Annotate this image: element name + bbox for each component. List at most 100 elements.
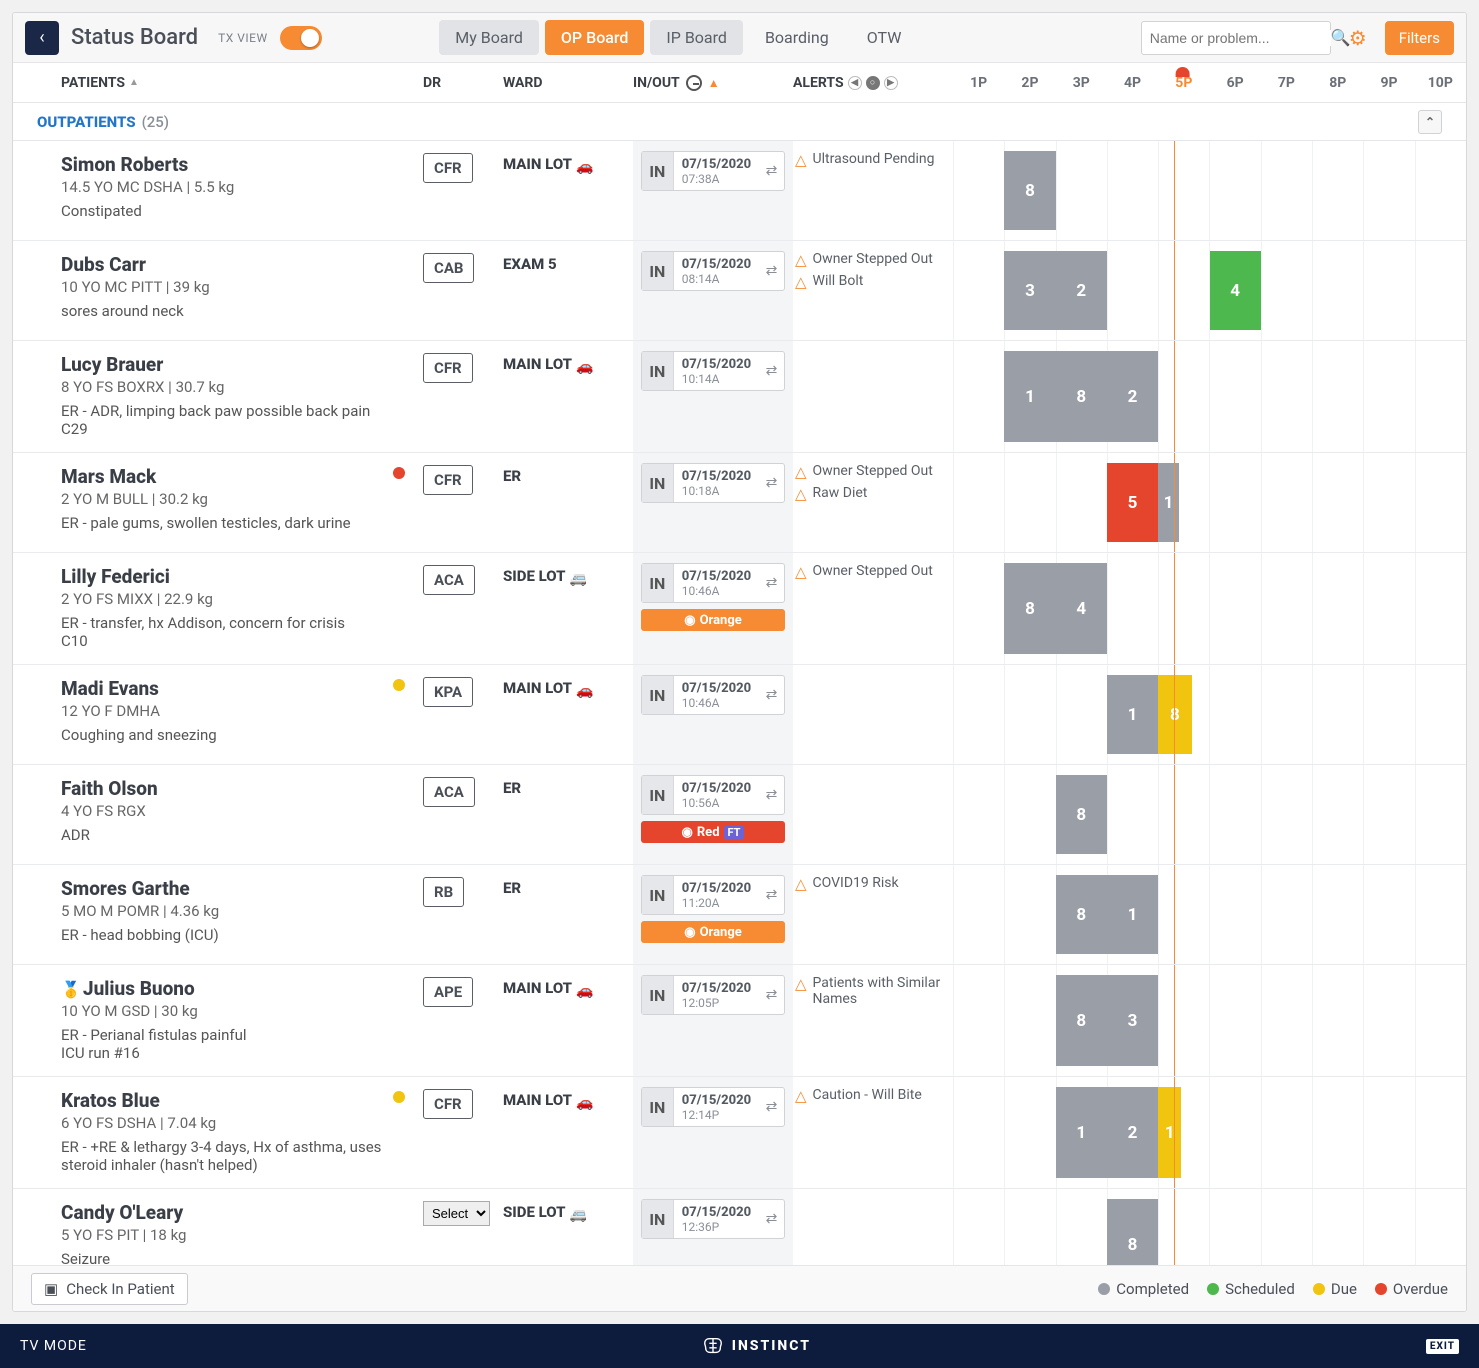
timeline-block[interactable]: 8: [1056, 351, 1107, 442]
swap-icon[interactable]: ⇄: [759, 776, 784, 814]
timeline-block[interactable]: 8: [1107, 1199, 1158, 1265]
inout-box[interactable]: IN07/15/202010:46A⇄: [641, 675, 785, 715]
search-icon[interactable]: 🔍: [1331, 28, 1351, 47]
timeline-block[interactable]: 3: [1004, 251, 1055, 330]
timeline-block[interactable]: 8: [1056, 975, 1107, 1066]
inout-box[interactable]: IN07/15/202010:56A⇄: [641, 775, 785, 815]
alert-item[interactable]: △Ultrasound Pending: [795, 151, 947, 169]
timeline-block[interactable]: 1: [1107, 875, 1158, 954]
patient-row[interactable]: Lucy Brauer8 YO FS BOXRX | 30.7 kgER - A…: [13, 341, 1466, 453]
alert-item[interactable]: △Will Bolt: [795, 273, 947, 291]
ward-cell[interactable]: MAIN LOT🚗: [503, 965, 633, 1076]
timeline-block[interactable]: 1: [1004, 351, 1055, 442]
ward-cell[interactable]: EXAM 5: [503, 241, 633, 340]
ward-cell[interactable]: ER: [503, 453, 633, 552]
alert-item[interactable]: △Caution - Will Bite: [795, 1087, 947, 1105]
patient-cell[interactable]: Lucy Brauer8 YO FS BOXRX | 30.7 kgER - A…: [13, 341, 423, 452]
alert-item[interactable]: △COVID19 Risk: [795, 875, 947, 893]
inout-col-header[interactable]: IN/OUT ▲: [633, 75, 793, 91]
timeline-block[interactable]: 1: [1056, 1087, 1107, 1178]
alert-item[interactable]: △Owner Stepped Out: [795, 563, 947, 581]
inout-box[interactable]: IN07/15/202011:20A⇄: [641, 875, 785, 915]
gear-icon[interactable]: ⚙: [1349, 26, 1367, 50]
timeline-cell[interactable]: 121: [953, 1077, 1466, 1188]
timeline-block[interactable]: 8: [1004, 151, 1055, 230]
inout-box[interactable]: IN07/15/202012:14P⇄: [641, 1087, 785, 1127]
timeline-block[interactable]: 4: [1056, 563, 1107, 654]
exit-button[interactable]: EXIT: [1426, 1339, 1459, 1354]
patient-row[interactable]: Simon Roberts14.5 YO MC DSHA | 5.5 kgCon…: [13, 141, 1466, 241]
alerts-col-header[interactable]: ALERTS ◀ ○ ▶: [793, 75, 953, 91]
doctor-badge[interactable]: CFR: [423, 353, 473, 383]
ward-col-header[interactable]: WARD: [503, 75, 633, 91]
patient-row[interactable]: Smores Garthe5 MO M POMR | 4.36 kgER - h…: [13, 865, 1466, 965]
swap-icon[interactable]: ⇄: [759, 676, 784, 714]
swap-icon[interactable]: ⇄: [759, 876, 784, 914]
tv-mode-label[interactable]: TV MODE: [20, 1338, 87, 1354]
swap-icon[interactable]: ⇄: [759, 564, 784, 602]
timeline-block[interactable]: 8: [1056, 775, 1107, 854]
ward-cell[interactable]: SIDE LOT🚐: [503, 1189, 633, 1265]
timeline-block[interactable]: 2: [1107, 351, 1158, 442]
patient-cell[interactable]: Mars Mack2 YO M BULL | 30.2 kgER - pale …: [13, 453, 423, 552]
doctor-badge[interactable]: CFR: [423, 465, 473, 495]
collapse-section-button[interactable]: ⌃: [1418, 110, 1442, 134]
patient-row[interactable]: Faith Olson4 YO FS RGXADRACAERIN07/15/20…: [13, 765, 1466, 865]
timeline-block[interactable]: 1: [1158, 1087, 1181, 1178]
patient-cell[interactable]: Lilly Federici2 YO FS MIXX | 22.9 kgER -…: [13, 553, 423, 664]
patient-row[interactable]: Lilly Federici2 YO FS MIXX | 22.9 kgER -…: [13, 553, 1466, 665]
timeline-block[interactable]: 8: [1158, 675, 1191, 754]
patient-row[interactable]: Mars Mack2 YO M BULL | 30.2 kgER - pale …: [13, 453, 1466, 553]
timeline-block[interactable]: 2: [1056, 251, 1107, 330]
swap-icon[interactable]: ⇄: [759, 152, 784, 190]
tab-ip-board[interactable]: IP Board: [650, 20, 743, 55]
timeline-cell[interactable]: 18: [953, 665, 1466, 764]
tx-view-toggle[interactable]: [280, 26, 322, 50]
patient-row[interactable]: Candy O'Leary5 YO FS PIT | 18 kgSeizureH…: [13, 1189, 1466, 1265]
doctor-badge[interactable]: APE: [423, 977, 473, 1007]
doctor-badge[interactable]: CFR: [423, 153, 473, 183]
ward-cell[interactable]: SIDE LOT🚐: [503, 553, 633, 664]
timeline-block[interactable]: 1: [1107, 675, 1158, 754]
patient-row[interactable]: 🥇Julius Buono10 YO M GSD | 30 kgER - Per…: [13, 965, 1466, 1077]
swap-icon[interactable]: ⇄: [759, 1088, 784, 1126]
timeline-now-button[interactable]: ○: [866, 76, 880, 90]
filters-button[interactable]: Filters: [1385, 21, 1454, 55]
check-in-button[interactable]: ▣ Check In Patient: [31, 1273, 188, 1305]
timeline-cell[interactable]: 8: [953, 765, 1466, 864]
inout-box[interactable]: IN07/15/202010:14A⇄: [641, 351, 785, 391]
timeline-cell[interactable]: 32 4: [953, 241, 1466, 340]
swap-icon[interactable]: ⇄: [759, 976, 784, 1014]
ward-cell[interactable]: MAIN LOT🚗: [503, 1077, 633, 1188]
timeline-block[interactable]: 3: [1107, 975, 1158, 1066]
tab-otw[interactable]: OTW: [851, 20, 918, 55]
ward-cell[interactable]: ER: [503, 865, 633, 964]
inout-box[interactable]: IN07/15/202012:05P⇄: [641, 975, 785, 1015]
timeline-block[interactable]: 8: [1056, 875, 1107, 954]
alert-item[interactable]: △Patients with Similar Names: [795, 975, 947, 1007]
inout-box[interactable]: IN07/15/202010:18A⇄: [641, 463, 785, 503]
search-input[interactable]: [1150, 30, 1331, 46]
patient-row[interactable]: Dubs Carr10 YO MC PITT | 39 kgsores arou…: [13, 241, 1466, 341]
triage-badge[interactable]: ◉Orange: [641, 921, 785, 943]
timeline-cell[interactable]: 81: [953, 865, 1466, 964]
ward-cell[interactable]: MAIN LOT🚗: [503, 341, 633, 452]
doctor-badge[interactable]: CAB: [423, 253, 474, 283]
inout-box[interactable]: IN07/15/202012:36P⇄: [641, 1199, 785, 1239]
patient-cell[interactable]: Dubs Carr10 YO MC PITT | 39 kgsores arou…: [13, 241, 423, 340]
patient-cell[interactable]: Faith Olson4 YO FS RGXADR: [13, 765, 423, 864]
doctor-select[interactable]: Select: [423, 1201, 490, 1226]
patient-cell[interactable]: Smores Garthe5 MO M POMR | 4.36 kgER - h…: [13, 865, 423, 964]
doctor-badge[interactable]: CFR: [423, 1089, 473, 1119]
patient-cell[interactable]: Madi Evans12 YO F DMHACoughing and sneez…: [13, 665, 423, 764]
timeline-block[interactable]: 4: [1210, 251, 1261, 330]
inout-box[interactable]: IN07/15/202007:38A⇄: [641, 151, 785, 191]
search-box[interactable]: 🔍: [1141, 21, 1331, 55]
timeline-block[interactable]: 2: [1107, 1087, 1158, 1178]
swap-icon[interactable]: ⇄: [759, 1200, 784, 1238]
patient-cell[interactable]: Candy O'Leary5 YO FS PIT | 18 kgSeizureH…: [13, 1189, 423, 1265]
alert-item[interactable]: △Raw Diet: [795, 485, 947, 503]
timeline-block[interactable]: 8: [1004, 563, 1055, 654]
tab-boarding[interactable]: Boarding: [749, 20, 845, 55]
inout-box[interactable]: IN07/15/202010:46A⇄: [641, 563, 785, 603]
